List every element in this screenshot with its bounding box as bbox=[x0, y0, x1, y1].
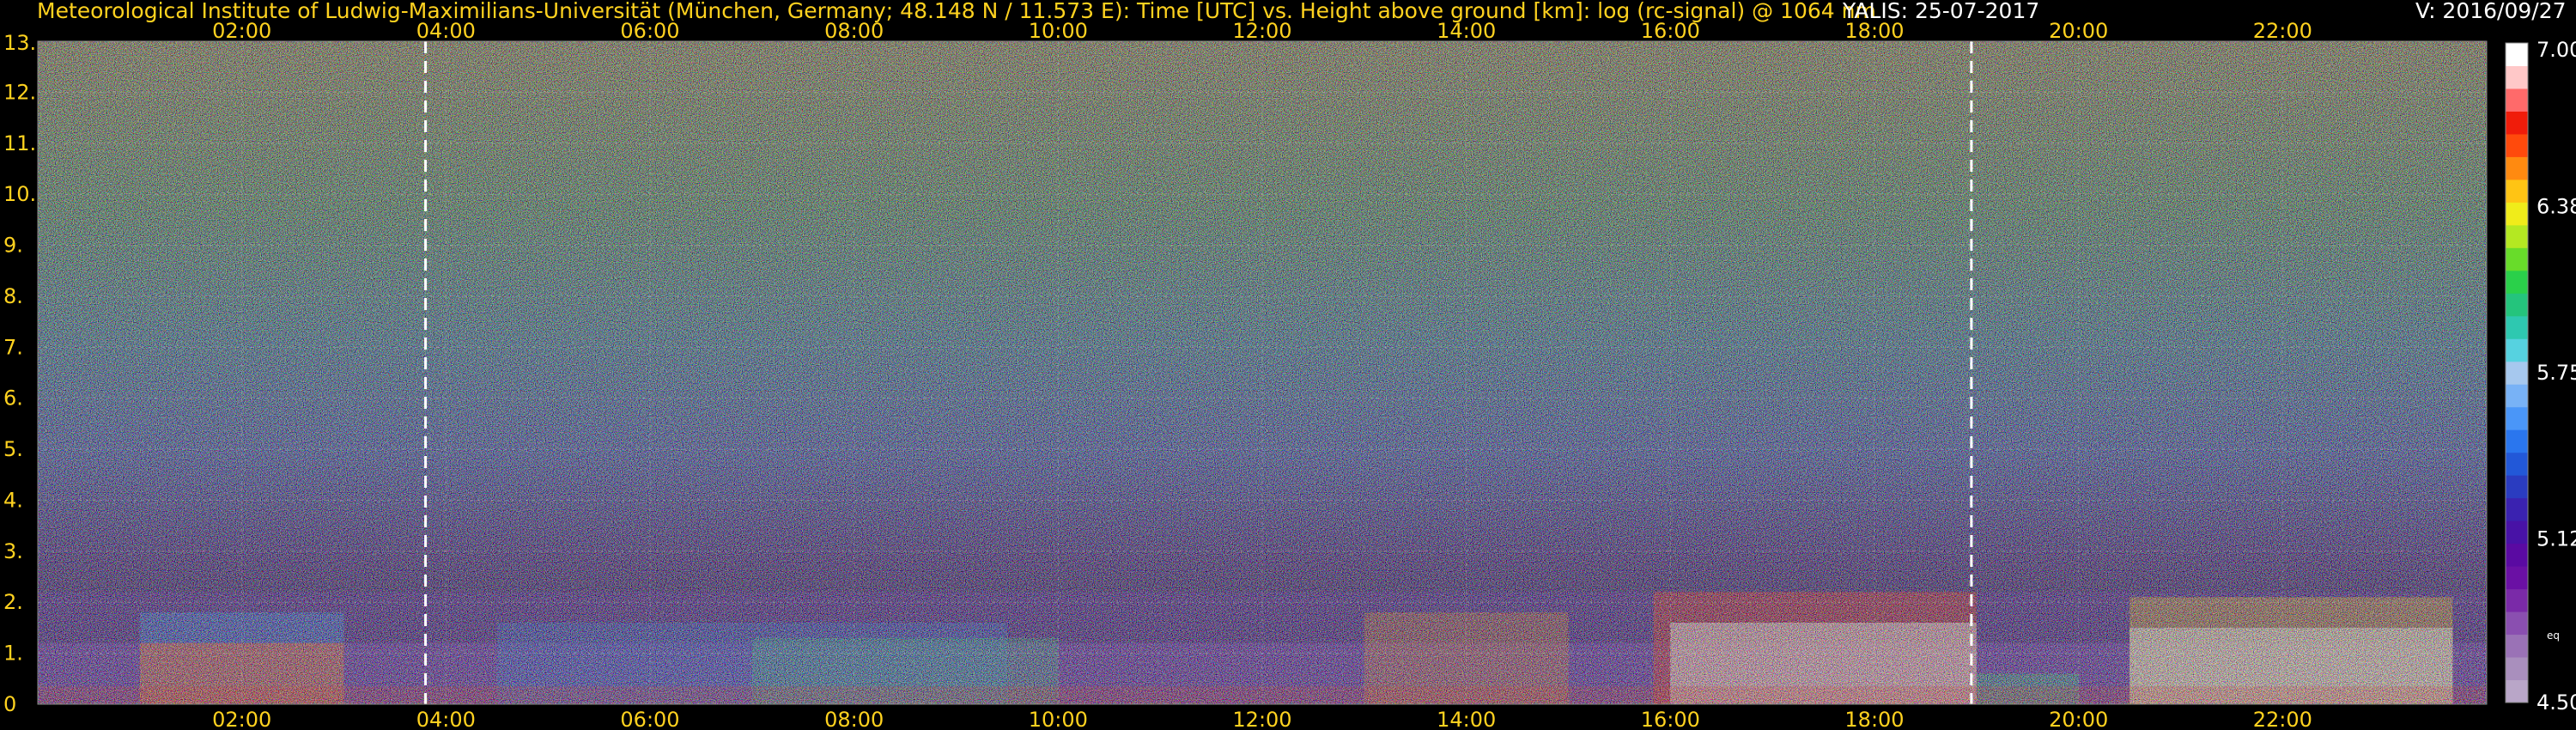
x-tick-label-bottom: 06:00 bbox=[620, 708, 679, 730]
x-tick-label-top: 16:00 bbox=[1641, 19, 1700, 43]
colorbar-swatch bbox=[2506, 475, 2528, 499]
backscatter-heatmap-chart: 02:00 04:00 06:00 08:00 10:00 12:00 14:00 16:00… bbox=[3, 19, 2576, 730]
lidar-quicklook: Meteorological Institute of Ludwig-Maxim… bbox=[0, 0, 2576, 730]
y-tick-label: 1. bbox=[3, 642, 23, 666]
x-tick-label-top: 14:00 bbox=[1437, 19, 1496, 43]
y-tick-label: 11. bbox=[3, 131, 36, 155]
x-tick-label-bottom: 04:00 bbox=[416, 708, 476, 730]
x-tick-label-top: 06:00 bbox=[620, 19, 679, 43]
x-tick-label-bottom: 18:00 bbox=[1844, 708, 1904, 730]
colorbar-swatch bbox=[2506, 679, 2528, 703]
colorbar-swatch bbox=[2506, 270, 2528, 294]
x-tick-label-bottom: 10:00 bbox=[1029, 708, 1088, 730]
y-tick-label: 10. bbox=[3, 182, 36, 206]
colorbar-swatch bbox=[2506, 43, 2528, 66]
colorbar-swatch bbox=[2506, 111, 2528, 135]
colorbar-tick-label: 6.38 bbox=[2537, 194, 2576, 218]
y-tick-label: 0 bbox=[3, 692, 16, 716]
colorbar-tick-label: 5.12 bbox=[2537, 527, 2576, 551]
colorbar-swatch bbox=[2506, 429, 2528, 453]
colorbar-swatch bbox=[2506, 497, 2528, 521]
colorbar-swatch bbox=[2506, 657, 2528, 681]
y-tick-label: 6. bbox=[3, 386, 23, 411]
colorbar-tick-label: 4.50 bbox=[2537, 690, 2576, 715]
x-tick-label-bottom: 02:00 bbox=[212, 708, 271, 730]
colorbar-swatch bbox=[2506, 338, 2528, 362]
y-tick-label: 5. bbox=[3, 437, 23, 461]
colorbar-swatch bbox=[2506, 452, 2528, 476]
colorbar-swatch bbox=[2506, 202, 2528, 226]
colorbar-swatch bbox=[2506, 384, 2528, 408]
colorbar-swatch bbox=[2506, 156, 2528, 180]
colorbar-swatch bbox=[2506, 588, 2528, 612]
y-tick-label: 4. bbox=[3, 488, 23, 512]
x-tick-label-bottom: 16:00 bbox=[1641, 708, 1700, 730]
x-tick-label-top: 02:00 bbox=[212, 19, 271, 43]
y-tick-label: 7. bbox=[3, 335, 23, 359]
colorbar-swatch bbox=[2506, 543, 2528, 567]
x-tick-label-top: 10:00 bbox=[1029, 19, 1088, 43]
x-tick-label-bottom: 14:00 bbox=[1437, 708, 1496, 730]
colorbar-unit-label: eq bbox=[2547, 630, 2560, 642]
x-tick-label-top: 22:00 bbox=[2253, 19, 2312, 43]
colorbar-swatch bbox=[2506, 315, 2528, 339]
colorbar-swatch bbox=[2506, 634, 2528, 658]
y-tick-label: 13. bbox=[3, 31, 36, 55]
y-tick-label: 9. bbox=[3, 234, 23, 258]
y-tick-label: 12. bbox=[3, 80, 36, 104]
colorbar-swatch bbox=[2506, 406, 2528, 430]
x-tick-label-bottom: 12:00 bbox=[1232, 708, 1291, 730]
x-tick-label-top: 12:00 bbox=[1232, 19, 1291, 43]
y-tick-label: 3. bbox=[3, 539, 23, 563]
colorbar-swatch bbox=[2506, 88, 2528, 112]
colorbar-swatch bbox=[2506, 224, 2528, 248]
colorbar-tick-label: 5.75 bbox=[2537, 361, 2576, 385]
y-tick-label: 8. bbox=[3, 284, 23, 308]
y-tick-label: 2. bbox=[3, 590, 23, 614]
colorbar-swatch bbox=[2506, 566, 2528, 590]
colorbar-swatch bbox=[2506, 247, 2528, 271]
x-tick-label-top: 08:00 bbox=[824, 19, 884, 43]
x-tick-label-top: 18:00 bbox=[1844, 19, 1904, 43]
x-tick-label-bottom: 22:00 bbox=[2253, 708, 2312, 730]
x-tick-label-bottom: 20:00 bbox=[2049, 708, 2108, 730]
x-tick-label-top: 20:00 bbox=[2049, 19, 2108, 43]
x-tick-label-top: 04:00 bbox=[416, 19, 476, 43]
colorbar-swatch bbox=[2506, 133, 2528, 157]
colorbar-swatch bbox=[2506, 611, 2528, 636]
colorbar-swatch bbox=[2506, 293, 2528, 317]
colorbar-swatch bbox=[2506, 520, 2528, 544]
colorbar-swatch bbox=[2506, 65, 2528, 89]
x-tick-label-bottom: 08:00 bbox=[824, 708, 884, 730]
colorbar-swatch bbox=[2506, 361, 2528, 385]
colorbar-tick-label: 7.00 bbox=[2537, 38, 2576, 62]
colorbar-swatch bbox=[2506, 179, 2528, 203]
